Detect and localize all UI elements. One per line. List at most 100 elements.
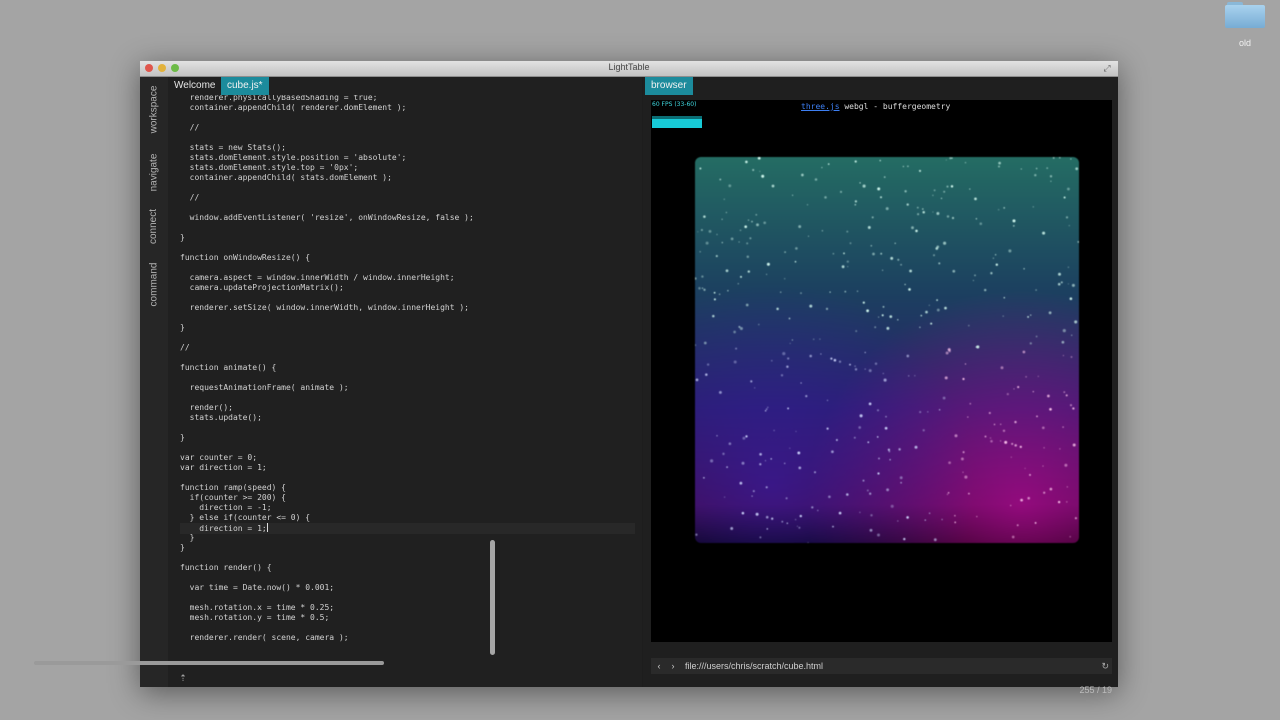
fps-graph[interactable]: [652, 116, 702, 128]
particle-point: [922, 211, 925, 214]
particle-point: [746, 242, 749, 245]
code-line[interactable]: direction = -1;: [180, 503, 271, 513]
code-line[interactable]: mesh.rotation.x = time * 0.25;: [180, 603, 335, 613]
arrow-up-icon[interactable]: ⇡: [178, 673, 188, 683]
particle-point: [809, 354, 812, 358]
code-line[interactable]: stats.domElement.style.position = 'absol…: [180, 153, 407, 163]
webgl-viewport[interactable]: 60 FPS (33-60) three.js webgl - bufferge…: [651, 100, 1112, 642]
editor-horizontal-scrollbar[interactable]: [34, 661, 384, 665]
particle-point: [1074, 320, 1078, 324]
particle-point: [1027, 315, 1030, 318]
code-editor[interactable]: renderer.physicallyBasedShading = true; …: [180, 95, 635, 669]
refresh-icon[interactable]: ↻: [1101, 658, 1109, 674]
code-line[interactable]: } else if(counter <= 0) {: [180, 513, 310, 523]
title-bar[interactable]: LightTable ⤢: [140, 61, 1118, 77]
particle-point: [932, 194, 934, 196]
code-line[interactable]: stats.domElement.style.top = '0px';: [180, 163, 359, 173]
desktop-folder[interactable]: old: [1222, 2, 1268, 50]
particle-point: [828, 495, 831, 499]
code-line[interactable]: //: [180, 123, 200, 133]
particle-point: [854, 368, 858, 371]
code-line[interactable]: renderer.render( scene, camera );: [180, 633, 349, 643]
sidebar-item-connect[interactable]: connect: [142, 202, 166, 250]
code-line[interactable]: //: [180, 343, 190, 353]
particle-point: [949, 157, 952, 160]
particle-point: [870, 245, 873, 247]
particle-point: [733, 360, 737, 364]
code-line[interactable]: if(counter >= 200) {: [180, 493, 286, 503]
chevron-left-icon[interactable]: ‹: [653, 658, 665, 674]
particle-point: [786, 522, 789, 524]
particle-point: [1020, 498, 1023, 502]
particle-point: [817, 509, 819, 512]
particle-point: [701, 287, 704, 289]
sidebar-item-navigate[interactable]: navigate: [142, 147, 166, 197]
code-line[interactable]: var counter = 0;: [180, 453, 257, 463]
url-field[interactable]: file:///users/chris/scratch/cube.html: [685, 658, 823, 674]
particle-point: [990, 272, 993, 275]
chevron-right-icon[interactable]: ›: [667, 658, 679, 674]
code-line[interactable]: }: [180, 323, 185, 333]
code-line[interactable]: }: [180, 233, 185, 243]
code-line[interactable]: container.appendChild( renderer.domEleme…: [180, 103, 407, 113]
code-line[interactable]: camera.aspect = window.innerWidth / wind…: [180, 273, 455, 283]
code-line[interactable]: camera.updateProjectionMatrix();: [180, 283, 344, 293]
sidebar-item-workspace[interactable]: workspace: [142, 77, 166, 141]
particle-point: [903, 537, 906, 541]
code-line[interactable]: requestAnimationFrame( animate );: [180, 383, 349, 393]
fullscreen-icon[interactable]: ⤢: [1102, 63, 1112, 73]
code-line[interactable]: }: [180, 433, 185, 443]
particle-point: [972, 279, 974, 282]
particle-point: [766, 262, 770, 266]
code-line[interactable]: stats = new Stats();: [180, 143, 286, 153]
particle-point: [856, 290, 859, 292]
editor-vertical-scrollbar[interactable]: [490, 540, 495, 655]
code-line[interactable]: var time = Date.now() * 0.001;: [180, 583, 335, 593]
code-line[interactable]: window.addEventListener( 'resize', onWin…: [180, 213, 474, 223]
particle-point: [906, 354, 910, 358]
particle-point: [866, 489, 869, 492]
particle-point: [741, 461, 745, 465]
code-line[interactable]: }: [180, 533, 195, 543]
particle-point: [862, 301, 865, 304]
particle-point: [826, 399, 829, 401]
code-line[interactable]: function render() {: [180, 563, 272, 573]
code-line[interactable]: container.appendChild( stats.domElement …: [180, 173, 392, 183]
code-line[interactable]: mesh.rotation.y = time * 0.5;: [180, 613, 330, 623]
folder-icon[interactable]: [1225, 2, 1265, 28]
particle-point: [992, 257, 995, 259]
code-line[interactable]: render();: [180, 403, 233, 413]
particle-point: [718, 390, 722, 394]
particle-point: [933, 538, 937, 542]
code-line[interactable]: //: [180, 193, 200, 203]
sidebar-item-command[interactable]: command: [142, 255, 166, 313]
particle-point: [916, 206, 919, 209]
particle-point: [908, 288, 911, 291]
code-line[interactable]: direction = 1;: [180, 523, 635, 534]
particle-point: [962, 471, 964, 473]
threejs-link[interactable]: three.js: [801, 102, 840, 111]
code-line[interactable]: function ramp(speed) {: [180, 483, 286, 493]
particle-point: [745, 160, 748, 164]
particle-point: [1047, 394, 1050, 398]
code-line[interactable]: stats.update();: [180, 413, 262, 423]
code-line[interactable]: var direction = 1;: [180, 463, 267, 473]
code-line[interactable]: function onWindowResize() {: [180, 253, 310, 263]
particle-point: [854, 200, 858, 203]
particle-point: [758, 323, 760, 326]
particle-point: [699, 167, 702, 170]
particle-point: [1071, 334, 1073, 336]
tab-browser[interactable]: browser: [645, 77, 693, 95]
tab-cube-js[interactable]: cube.js*: [221, 77, 269, 95]
particle-point: [787, 357, 790, 360]
particle-point: [989, 437, 992, 439]
particle-point: [819, 338, 821, 340]
code-line[interactable]: function animate() {: [180, 363, 276, 373]
particle-point: [878, 316, 880, 318]
code-line[interactable]: renderer.physicallyBasedShading = true;: [180, 95, 378, 103]
particle-point: [764, 460, 767, 462]
code-line[interactable]: }: [180, 543, 185, 553]
particle-point: [1066, 501, 1068, 503]
tab-welcome[interactable]: Welcome: [168, 77, 222, 95]
code-line[interactable]: renderer.setSize( window.innerWidth, win…: [180, 303, 469, 313]
